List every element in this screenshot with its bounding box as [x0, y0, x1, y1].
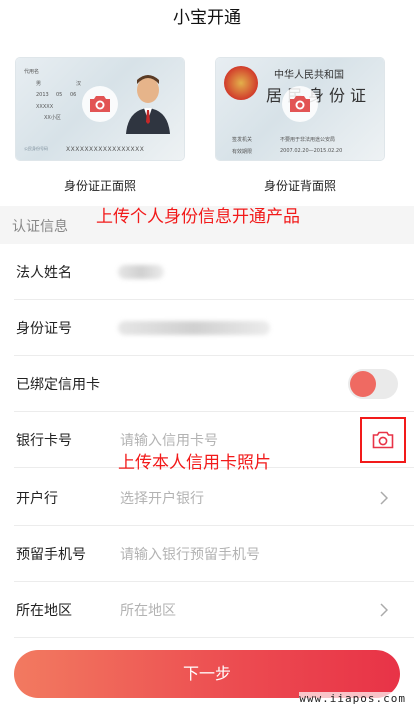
id-card-upload-area: 代用名 男 汉 2013 05 06 XXXXX XX小区 公民身份号码 XXX…	[0, 38, 414, 202]
front-field-address: XXXXX	[36, 104, 54, 110]
bank-card-label: 银行卡号	[16, 433, 72, 449]
back-authority-value: 不要用于非法用途公安局	[280, 137, 336, 143]
id-card-back-upload[interactable]: 中华人民共和国 居民身份证 签发机关 不要用于非法用途公安局 有效期限 2007…	[216, 58, 384, 194]
id-card-back-image[interactable]: 中华人民共和国 居民身份证 签发机关 不要用于非法用途公安局 有效期限 2007…	[216, 58, 384, 160]
front-camera-button[interactable]	[82, 86, 118, 122]
bank-card-input[interactable]: 请输入信用卡号	[120, 430, 218, 450]
next-step-button[interactable]: 下一步	[14, 650, 400, 698]
legal-name-row[interactable]: 法人姓名	[0, 244, 414, 300]
region-row[interactable]: 所在地区 所在地区	[0, 582, 414, 638]
bank-card-camera-button[interactable]	[360, 417, 406, 463]
front-field-name: 代用名	[24, 69, 40, 75]
id-card-front-upload[interactable]: 代用名 男 汉 2013 05 06 XXXXX XX小区 公民身份号码 XXX…	[16, 58, 184, 194]
chevron-right-icon	[380, 491, 388, 505]
phone-label: 预留手机号	[16, 547, 86, 563]
front-field-sex: 男	[36, 81, 42, 87]
front-field-year: 2013	[36, 92, 49, 98]
phone-row[interactable]: 预留手机号 请输入银行预留手机号	[0, 526, 414, 582]
bank-select[interactable]: 选择开户银行	[120, 488, 204, 508]
back-validity-label: 有效期限	[232, 149, 253, 155]
bank-label: 开户行	[16, 491, 58, 507]
national-emblem	[224, 66, 258, 100]
front-id-number: XXXXXXXXXXXXXXXXX	[66, 146, 145, 153]
credit-card-bound-row: 已绑定信用卡	[0, 356, 414, 412]
id-card-front-image[interactable]: 代用名 男 汉 2013 05 06 XXXXX XX小区 公民身份号码 XXX…	[16, 58, 184, 160]
id-card-front-caption: 身份证正面照	[63, 179, 136, 193]
id-number-value-blurred	[118, 321, 270, 335]
section-title: 认证信息	[12, 219, 68, 235]
back-authority-label: 签发机关	[232, 137, 253, 143]
camera-icon	[290, 96, 310, 112]
chevron-right-icon	[380, 603, 388, 617]
region-select[interactable]: 所在地区	[120, 600, 176, 620]
watermark: www.iiapos.com	[299, 692, 406, 705]
toggle-knob	[350, 371, 376, 397]
camera-icon	[372, 431, 394, 449]
region-label: 所在地区	[16, 603, 72, 619]
phone-input[interactable]: 请输入银行预留手机号	[120, 544, 260, 564]
back-camera-button[interactable]	[282, 86, 318, 122]
legal-name-value-blurred	[118, 265, 164, 279]
id-card-back-caption: 身份证背面照	[263, 179, 336, 193]
camera-icon	[90, 96, 110, 112]
credit-card-bound-label: 已绑定信用卡	[16, 377, 100, 393]
annotation-upload-id: 上传个人身份信息开通产品	[96, 207, 300, 227]
id-number-row[interactable]: 身份证号	[0, 300, 414, 356]
back-validity-value: 2007.02.20—2015.02.20	[280, 148, 343, 154]
front-number-label: 公民身份号码	[24, 146, 48, 151]
id-number-label: 身份证号	[16, 321, 72, 337]
page-title: 小宝开通	[173, 8, 241, 28]
front-field-day: 06	[70, 92, 77, 98]
legal-name-label: 法人姓名	[16, 265, 72, 281]
front-field-ethnic: 汉	[76, 81, 82, 87]
credit-card-bound-toggle[interactable]	[348, 369, 398, 399]
bank-row[interactable]: 开户行 选择开户银行	[0, 470, 414, 526]
back-title-country: 中华人民共和国	[274, 70, 344, 81]
portrait-photo	[126, 75, 170, 134]
front-field-community: XX小区	[44, 115, 61, 121]
nav-bar: 小宝开通	[0, 0, 414, 38]
front-field-month: 05	[56, 92, 63, 98]
